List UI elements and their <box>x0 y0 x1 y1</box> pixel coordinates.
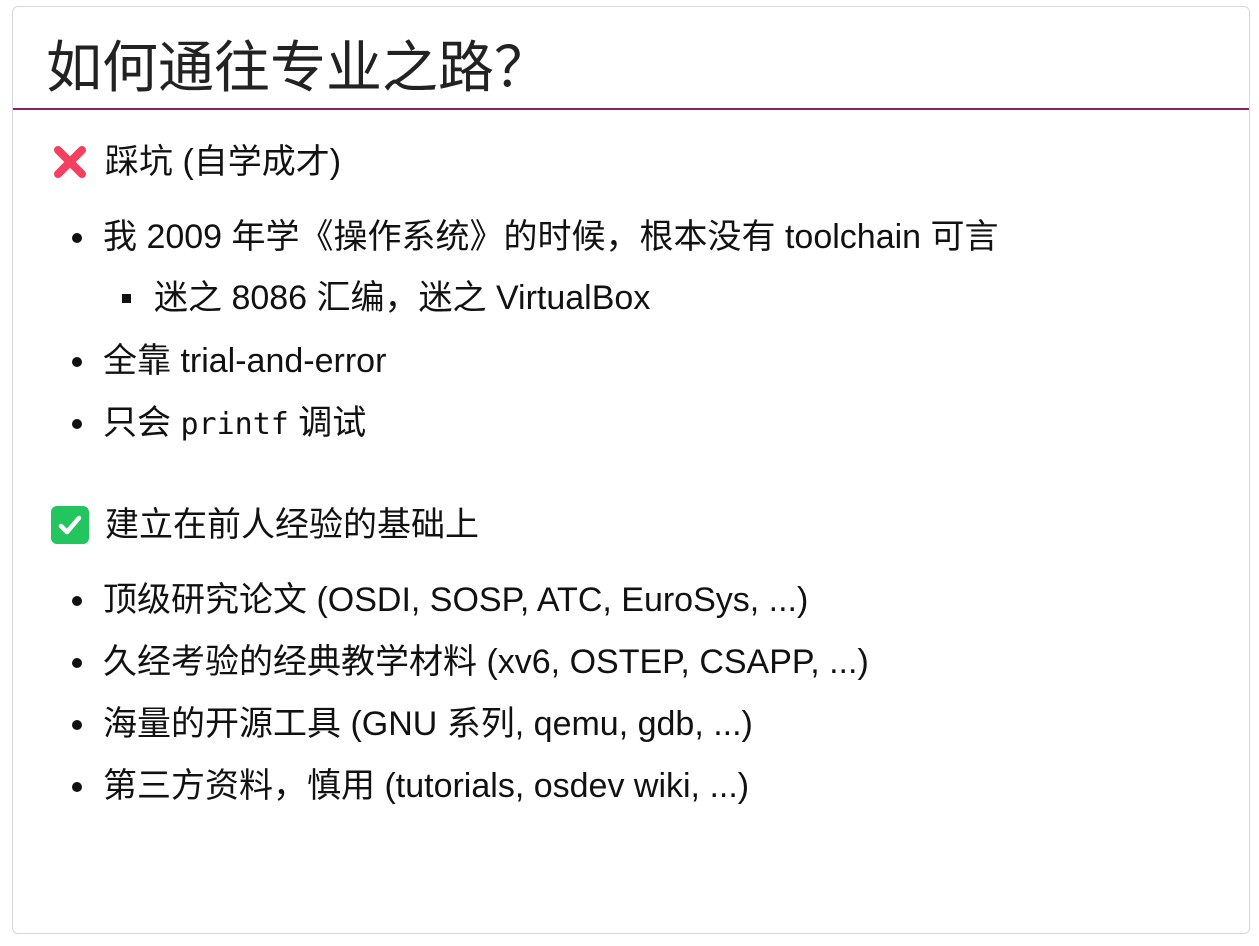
slide: 如何通往专业之路？ 踩坑 (自学成才) 我 2009 年学《操作系统》的时候，根… <box>12 6 1250 934</box>
inline-code: printf <box>180 407 289 442</box>
section-heading-trial-and-error: 踩坑 (自学成才) <box>51 142 341 182</box>
list-item: 顶级研究论文 (OSDI, SOSP, ATC, EuroSys, ...) <box>72 580 809 620</box>
list-item: 海量的开源工具 (GNU 系列, qemu, gdb, ...) <box>72 704 753 744</box>
sub-list-item: 迷之 8086 汇编，迷之 VirtualBox <box>122 278 651 318</box>
square-bullet <box>122 294 131 303</box>
list-item-text: 全靠 trial-and-error <box>103 342 387 380</box>
list-item-text: 我 2009 年学《操作系统》的时候，根本没有 toolchain 可言 <box>103 218 999 256</box>
list-item-text: 久经考验的经典教学材料 (xv6, OSTEP, CSAPP, ...) <box>103 643 869 681</box>
section-heading-text: 踩坑 (自学成才) <box>105 143 342 181</box>
bullet <box>72 596 82 606</box>
bullet <box>72 720 82 730</box>
list-item: 久经考验的经典教学材料 (xv6, OSTEP, CSAPP, ...) <box>72 642 869 682</box>
bullet <box>72 782 82 792</box>
list-item-prefix: 只会 <box>103 404 181 442</box>
cross-mark-icon <box>51 143 89 181</box>
bullet <box>72 419 82 429</box>
bullet <box>72 357 82 367</box>
list-item-text: 海量的开源工具 (GNU 系列, qemu, gdb, ...) <box>103 705 753 743</box>
slide-title: 如何通往专业之路？ <box>46 36 550 99</box>
list-item: 我 2009 年学《操作系统》的时候，根本没有 toolchain 可言 <box>72 217 999 257</box>
bullet <box>72 233 82 243</box>
list-item: 只会 printf 调试 <box>72 403 367 445</box>
list-item: 全靠 trial-and-error <box>72 341 387 381</box>
section-heading-text: 建立在前人经验的基础上 <box>105 506 479 544</box>
list-item-text: 第三方资料，慎用 (tutorials, osdev wiki, ...) <box>103 767 750 805</box>
list-item-suffix: 调试 <box>288 404 367 442</box>
section-heading-foundations: 建立在前人经验的基础上 <box>51 505 479 545</box>
bullet <box>72 658 82 668</box>
list-item: 第三方资料，慎用 (tutorials, osdev wiki, ...) <box>72 766 750 806</box>
list-item-text: 迷之 8086 汇编，迷之 VirtualBox <box>154 279 651 317</box>
check-mark-icon <box>51 506 89 544</box>
title-divider <box>13 108 1249 110</box>
list-item-text: 顶级研究论文 (OSDI, SOSP, ATC, EuroSys, ...) <box>103 581 809 619</box>
